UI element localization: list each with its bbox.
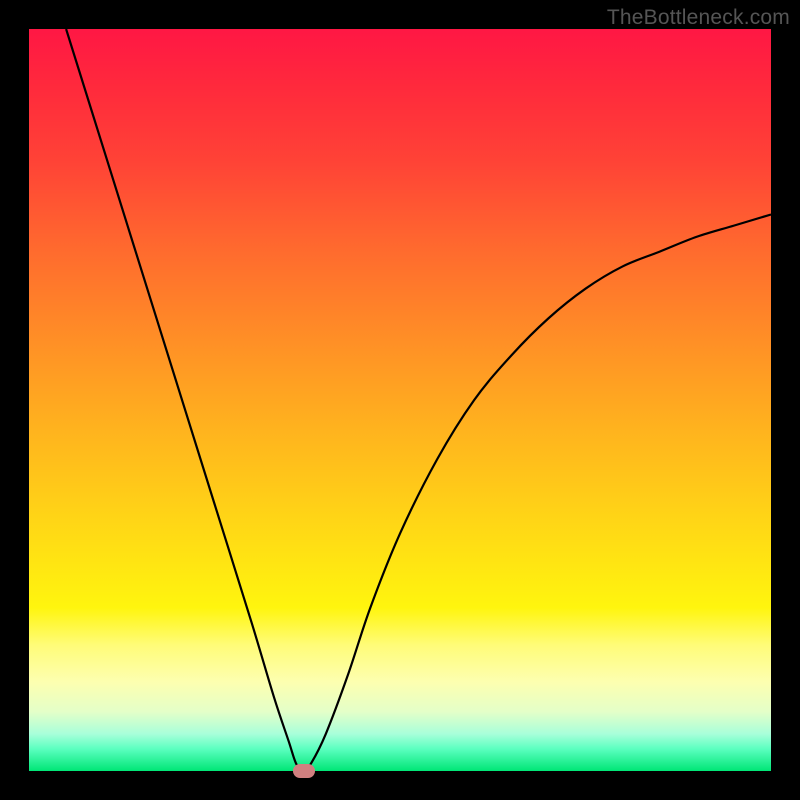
optimal-point-marker bbox=[293, 764, 315, 778]
bottleneck-curve bbox=[29, 29, 771, 771]
chart-plot-area bbox=[29, 29, 771, 771]
watermark-text: TheBottleneck.com bbox=[607, 6, 790, 30]
